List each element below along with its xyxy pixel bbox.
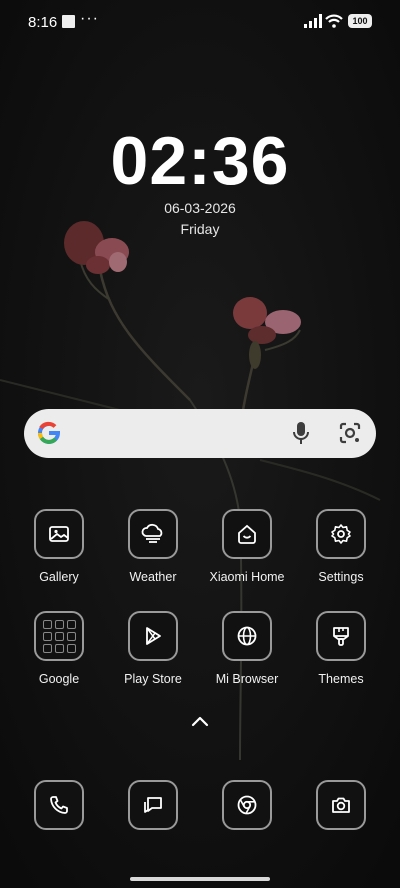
more-notifications-icon: ··· xyxy=(80,10,99,27)
app-themes[interactable]: Themes xyxy=(291,611,391,686)
dock-chrome[interactable] xyxy=(197,780,297,830)
cell-signal-icon xyxy=(304,14,322,28)
app-settings[interactable]: Settings xyxy=(291,509,391,584)
xiaomi-home-icon xyxy=(222,509,272,559)
app-label: Gallery xyxy=(39,570,79,584)
clock-date: 06-03-2026 xyxy=(164,200,236,216)
google-g-icon xyxy=(37,421,61,444)
app-label: Mi Browser xyxy=(215,672,279,686)
status-bar: 8:16 ··· 100 xyxy=(0,0,400,44)
dock-camera[interactable] xyxy=(291,780,391,830)
app-label: Settings xyxy=(318,570,364,584)
dock-messages[interactable] xyxy=(103,780,203,830)
app-label: Themes xyxy=(318,672,364,686)
wifi-icon xyxy=(325,14,343,28)
app-play-store[interactable]: Play Store xyxy=(103,611,203,686)
app-mi-browser[interactable]: Mi Browser xyxy=(197,611,297,686)
mic-icon[interactable] xyxy=(292,421,310,445)
app-label: Xiaomi Home xyxy=(209,570,285,584)
battery-icon: 100 xyxy=(348,14,372,28)
notification-square-icon xyxy=(62,15,75,28)
app-weather[interactable]: Weather xyxy=(103,509,203,584)
chrome-icon xyxy=(222,780,272,830)
app-label: Weather xyxy=(129,570,177,584)
gesture-home-bar[interactable] xyxy=(130,877,270,881)
messages-icon xyxy=(128,780,178,830)
globe-icon xyxy=(222,611,272,661)
google-search-bar[interactable] xyxy=(24,409,376,458)
app-google-folder[interactable]: Google xyxy=(9,611,109,686)
clock-day: Friday xyxy=(180,221,220,237)
status-time: 8:16 xyxy=(28,14,58,31)
folder-icon xyxy=(34,611,84,661)
app-label: Play Store xyxy=(124,672,182,686)
chevron-up-icon[interactable] xyxy=(189,713,211,729)
dock-phone[interactable] xyxy=(9,780,109,830)
paint-brush-icon xyxy=(316,611,366,661)
app-label: Google xyxy=(38,672,80,686)
play-store-icon xyxy=(128,611,178,661)
clock-time[interactable]: 02:36 xyxy=(0,126,400,196)
camera-icon xyxy=(316,780,366,830)
app-xiaomi-home[interactable]: Xiaomi Home xyxy=(197,509,297,584)
weather-cloud-icon xyxy=(128,509,178,559)
phone-icon xyxy=(34,780,84,830)
gear-icon xyxy=(316,509,366,559)
google-lens-icon[interactable] xyxy=(338,421,362,445)
gallery-icon xyxy=(34,509,84,559)
app-gallery[interactable]: Gallery xyxy=(9,509,109,584)
